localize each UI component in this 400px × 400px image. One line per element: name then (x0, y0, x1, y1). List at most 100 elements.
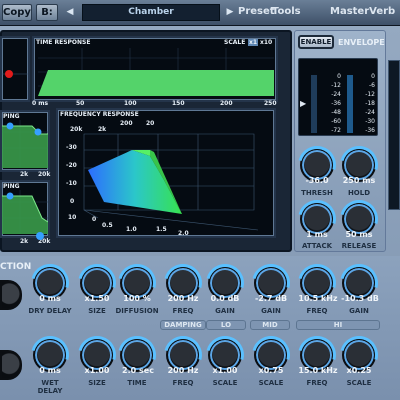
hold-value: 250 ms (342, 176, 376, 185)
size-label: SIZE (88, 307, 106, 315)
damping-freq2-value: 200 Hz (167, 366, 199, 375)
freq-x-tick: 2k (98, 126, 107, 133)
size2-label: SIZE (88, 379, 106, 387)
freq-z-tick: 0.5 (102, 222, 113, 229)
time-label: TIME (127, 379, 147, 387)
freq-y-tick: 0 (70, 198, 75, 205)
envelope-meters: ▶ 0 -12 -24 -36 -48 -60 -72 0 -6 -12 -18… (298, 58, 378, 136)
lo-gain-value: 0.0 dB (210, 294, 240, 303)
lo-gain-label: GAIN (215, 307, 235, 315)
frequency-surface (88, 150, 182, 214)
hi-freq2-value: 15.0 kHz (298, 366, 338, 375)
meter-scale: -18 (365, 100, 375, 107)
attack-label: ATTACK (301, 242, 333, 250)
mid-band-label: MID (250, 320, 290, 330)
hi-gain-value: -10.3 dB (341, 294, 379, 303)
preset-name-display[interactable]: Chamber (82, 4, 220, 21)
next-preset-button[interactable]: ▶ (224, 4, 236, 21)
meter-scale: -12 (331, 82, 341, 89)
meter-scale: -72 (331, 127, 341, 134)
prev-preset-button[interactable]: ◀ (64, 4, 76, 21)
meter-scale: 0 (337, 73, 341, 80)
mid-scale-value: x0.75 (258, 366, 284, 375)
reduction-meter (347, 75, 353, 133)
freq-label: 20k (38, 171, 51, 178)
damping-curve-display[interactable]: PING (0, 110, 50, 172)
hold-label: HOLD (347, 189, 371, 197)
right-arrow-icon: ▶ (226, 7, 234, 17)
meter-scale: -24 (331, 91, 341, 98)
dry-delay-label: DRY DELAY (28, 307, 72, 315)
time-value: 2.0 sec (122, 366, 154, 375)
tools-menu[interactable]: Tools (272, 6, 301, 17)
b-label: B: (41, 7, 53, 18)
input-meter (311, 75, 317, 133)
frequency-response-plot (83, 133, 259, 231)
release-value: 50 ms (345, 230, 373, 239)
diffusion-label: DIFFUSION (115, 307, 159, 315)
meter-scale: -36 (365, 127, 375, 134)
release-label: RELEASE (341, 242, 377, 250)
size2-value: x1.00 (84, 366, 110, 375)
freq-x-tick: 20k (70, 126, 83, 133)
freq-z-tick: 2.0 (178, 230, 189, 237)
damping-curve-plot (2, 120, 48, 168)
size-curve-display[interactable]: PING (0, 180, 50, 238)
position-display[interactable] (0, 36, 30, 102)
hi-scale-label: SCALE (346, 379, 372, 387)
size-curve-plot (2, 190, 48, 234)
meter-scale: -60 (331, 118, 341, 125)
preset-menu[interactable]: Preset (238, 6, 275, 17)
threshold-marker-icon: ▶ (300, 99, 307, 108)
envelope-enable-button[interactable]: ENABLE (298, 35, 334, 49)
time-response-display[interactable]: TIME RESPONSE SCALE x1 x10 (32, 36, 278, 102)
right-edge-panel (388, 60, 400, 210)
mid-scale-label: SCALE (258, 379, 284, 387)
time-tick: 100 (124, 100, 137, 107)
thresh-label: THRESH (301, 189, 333, 197)
frequency-response-display[interactable]: FREQUENCY RESPONSE 20k 2k 200 20 -30 -20… (56, 108, 276, 238)
attack-value: 1 ms (306, 230, 328, 239)
meter-scale: -6 (369, 82, 375, 89)
meter-scale: -36 (331, 100, 341, 107)
time-axis: 0 ms 50 100 150 200 250 (32, 100, 280, 108)
left-arrow-icon: ◀ (66, 7, 74, 17)
time-tick: 200 (220, 100, 233, 107)
lo-scale-value: x1.00 (212, 366, 238, 375)
position-plot (2, 70, 28, 78)
freq-y-tick: -10 (66, 180, 77, 187)
mid-gain-label: GAIN (261, 307, 281, 315)
damping-band-label: DAMPING (160, 320, 206, 330)
damping-freq-label: FREQ (172, 307, 194, 315)
lo-band-label: LO (206, 320, 246, 330)
meter-scale: -24 (365, 109, 375, 116)
section-label: CTION (0, 262, 32, 272)
wet-delay-label: WET DELAY (37, 379, 63, 395)
damping-freq-value: 200 Hz (167, 294, 199, 303)
hi-gain-label: GAIN (349, 307, 369, 315)
freq-y-tick: 10 (68, 214, 77, 221)
preset-name: Chamber (128, 7, 174, 17)
time-tick: 150 (172, 100, 185, 107)
freq-y-tick: -30 (66, 144, 77, 151)
toolbar: Copy B: ◀ Chamber ▶ Preset Tools MasterV… (0, 0, 400, 26)
diffusion-value: 100 % (123, 294, 151, 303)
wet-delay-value: 0 ms (39, 366, 61, 375)
copy-button[interactable]: Copy (2, 4, 32, 21)
hi-freq-label: FREQ (306, 307, 328, 315)
freq-z-tick: 1.0 (126, 226, 137, 233)
damping-freq2-label: FREQ (172, 379, 194, 387)
freq-label: 2k (20, 238, 29, 245)
meter-scale: -30 (365, 118, 375, 125)
position-dot-icon (5, 70, 13, 78)
copy-label: Copy (3, 7, 31, 18)
freq-y-tick: -20 (66, 162, 77, 169)
meter-scale: -12 (365, 91, 375, 98)
compare-b-button[interactable]: B: (36, 4, 58, 21)
meter-scale: 0 (371, 73, 375, 80)
curve-handle-icon[interactable] (36, 232, 44, 240)
hi-freq-value: 10.5 kHz (298, 294, 338, 303)
time-tick: 0 ms (32, 100, 49, 107)
hi-band-label: HI (296, 320, 380, 330)
time-response-area (38, 70, 274, 96)
